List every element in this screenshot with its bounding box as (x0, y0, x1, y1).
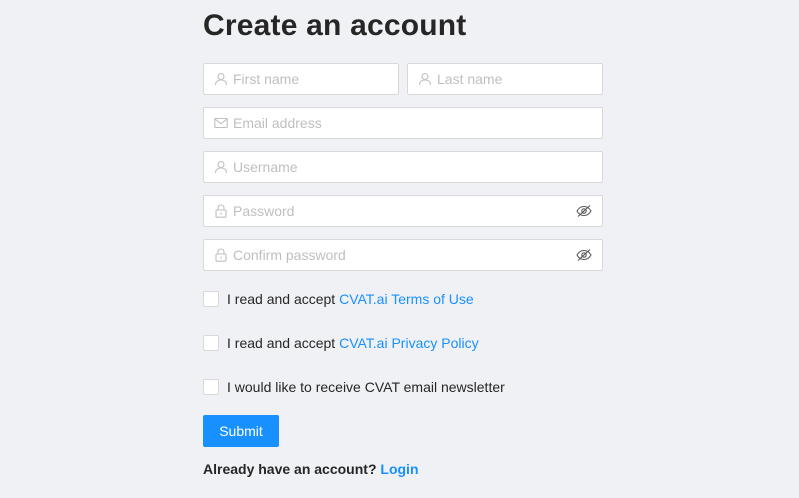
newsletter-checkbox[interactable] (203, 379, 219, 395)
login-link[interactable]: Login (380, 461, 418, 477)
terms-label: I read and accept (227, 291, 340, 307)
eye-invisible-icon[interactable] (576, 204, 592, 218)
email-field[interactable] (203, 107, 603, 139)
confirm-password-input[interactable] (233, 240, 563, 270)
privacy-checkbox[interactable] (203, 335, 219, 351)
privacy-label: I read and accept (227, 335, 340, 351)
newsletter-label: I would like to receive CVAT email newsl… (227, 379, 505, 395)
user-icon (214, 160, 228, 174)
first-name-field[interactable] (203, 63, 399, 95)
privacy-policy-link[interactable]: CVAT.ai Privacy Policy (339, 335, 479, 351)
lock-icon (215, 248, 227, 262)
login-row: Already have an account? Login (203, 461, 419, 477)
terms-of-use-link[interactable]: CVAT.ai Terms of Use (339, 291, 474, 307)
terms-checkbox-row: I read and accept CVAT.ai Terms of Use (203, 289, 474, 309)
last-name-field[interactable] (407, 63, 603, 95)
first-name-input[interactable] (233, 64, 383, 94)
eye-invisible-icon[interactable] (576, 248, 592, 262)
login-prompt: Already have an account? (203, 461, 381, 477)
terms-checkbox[interactable] (203, 291, 219, 307)
newsletter-checkbox-row: I would like to receive CVAT email newsl… (203, 377, 505, 397)
password-field[interactable] (203, 195, 603, 227)
confirm-password-field[interactable] (203, 239, 603, 271)
mail-icon (214, 117, 228, 129)
username-field[interactable] (203, 151, 603, 183)
page-title: Create an account (203, 9, 467, 42)
lock-icon (215, 204, 227, 218)
email-input[interactable] (233, 108, 588, 138)
password-input[interactable] (233, 196, 563, 226)
username-input[interactable] (233, 152, 588, 182)
user-icon (214, 72, 228, 86)
user-icon (418, 72, 432, 86)
privacy-checkbox-row: I read and accept CVAT.ai Privacy Policy (203, 333, 479, 353)
submit-button[interactable]: Submit (203, 415, 279, 447)
last-name-input[interactable] (437, 64, 587, 94)
